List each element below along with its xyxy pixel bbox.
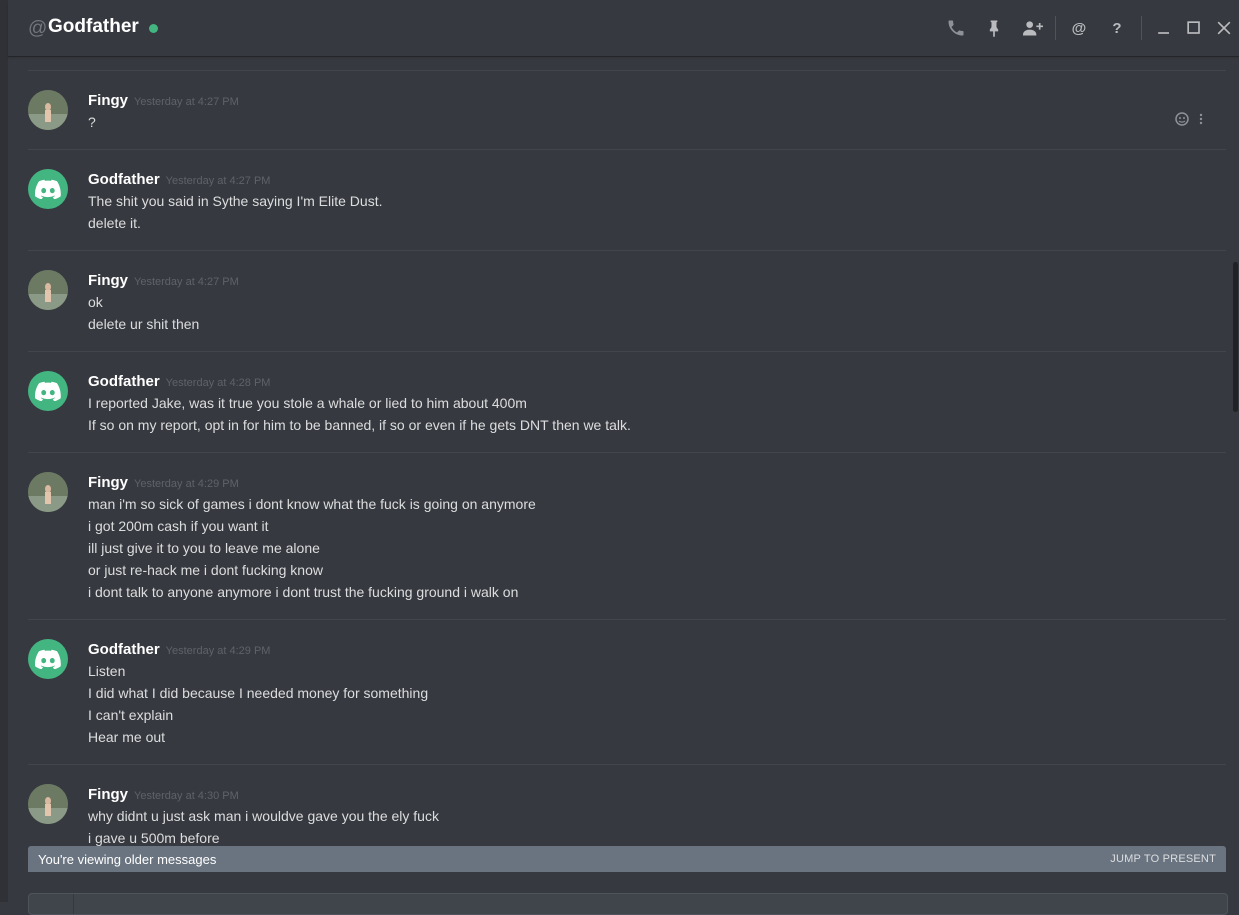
message-group[interactable]: Godfather Yesterday at 4:28 PM I reported… (28, 351, 1226, 452)
avatar[interactable] (28, 270, 68, 310)
close-icon[interactable] (1212, 16, 1236, 40)
message-author[interactable]: Fingy Yesterday at 4:29 PM (88, 474, 239, 491)
message-text: Listen (88, 663, 126, 679)
header-divider (1055, 16, 1056, 40)
scrollbar[interactable] (1233, 262, 1238, 412)
message-timestamp: Yesterday at 4:27 PM (134, 96, 239, 108)
message-group[interactable]: Fingy Yesterday at 4:27 PM ok delete ur s… (28, 250, 1226, 351)
svg-text:@: @ (1072, 20, 1087, 37)
message-text: why didnt u just ask man i wouldve gave … (88, 808, 439, 824)
message-list: Fingy Yesterday at 4:27 PM ? Godfather Yes… (8, 56, 1239, 846)
message-timestamp: Yesterday at 4:27 PM (165, 175, 271, 187)
message-text: ? (88, 114, 96, 130)
message-text: ok (88, 294, 103, 310)
pin-icon[interactable] (982, 16, 1006, 40)
add-reaction-icon[interactable] (1174, 111, 1190, 132)
message-text: i dont talk to anyone anymore i dont tru… (88, 584, 519, 600)
message-author[interactable]: Fingy Yesterday at 4:27 PM (88, 92, 239, 109)
message-text: Hear me out (88, 729, 166, 745)
header-divider (1141, 16, 1142, 40)
message-text: I did what I did because I needed money … (88, 685, 429, 701)
message-timestamp: Yesterday at 4:27 PM (134, 276, 239, 288)
message-author[interactable]: Godfather Yesterday at 4:27 PM (88, 171, 270, 188)
message-text: i gave u 500m before (88, 830, 220, 846)
message-text: delete it. (88, 215, 141, 231)
message-group[interactable]: Fingy Yesterday at 4:30 PM why didnt u ju… (28, 764, 1226, 846)
message-text: I can't explain (88, 707, 174, 723)
message-timestamp: Yesterday at 4:29 PM (165, 645, 271, 657)
message-text: delete ur shit then (88, 316, 200, 332)
at-symbol: @ (28, 18, 48, 39)
message-text: I reported Jake, was it true you stole a… (88, 395, 527, 411)
svg-text:?: ? (1112, 20, 1121, 37)
message-text: The shit you said in Sythe saying I'm El… (88, 193, 383, 209)
message-timestamp: Yesterday at 4:30 PM (134, 790, 239, 802)
older-messages-label: You're viewing older messages (38, 852, 217, 867)
upload-divider (73, 894, 74, 914)
add-friend-icon[interactable] (1019, 16, 1047, 40)
phone-icon[interactable] (944, 16, 968, 40)
message-group[interactable]: Godfather Yesterday at 4:27 PM The shit y… (28, 149, 1226, 250)
message-actions (1174, 111, 1204, 132)
avatar[interactable] (28, 784, 68, 824)
discord-avatar-icon[interactable] (28, 639, 68, 679)
message-group[interactable]: Fingy Yesterday at 4:27 PM ? (28, 70, 1226, 149)
message-text: man i'm so sick of games i dont know wha… (88, 496, 536, 512)
message-text: If so on my report, opt in for him to be… (88, 417, 631, 433)
message-author[interactable]: Godfather Yesterday at 4:29 PM (88, 641, 270, 658)
message-author[interactable]: Fingy Yesterday at 4:27 PM (88, 272, 239, 289)
left-edge (0, 0, 8, 902)
message-text: or just re-hack me i dont fucking know (88, 562, 323, 578)
older-messages-bar: You're viewing older messages JUMP TO PR… (28, 846, 1226, 872)
channel-title: Godfather (48, 16, 139, 37)
message-group[interactable]: Godfather Yesterday at 4:29 PM Listen I d… (28, 619, 1226, 764)
message-author[interactable]: Fingy Yesterday at 4:30 PM (88, 786, 239, 803)
message-input[interactable] (28, 893, 1228, 915)
message-text: i got 200m cash if you want it (88, 518, 269, 534)
discord-avatar-icon[interactable] (28, 169, 68, 209)
message-author[interactable]: Godfather Yesterday at 4:28 PM (88, 373, 270, 390)
maximize-icon[interactable] (1182, 16, 1206, 40)
avatar[interactable] (28, 472, 68, 512)
jump-to-present-button[interactable]: JUMP TO PRESENT (1110, 853, 1216, 865)
more-options-icon[interactable] (1198, 111, 1204, 132)
minimize-icon[interactable] (1152, 16, 1176, 40)
message-text: ill just give it to you to leave me alon… (88, 540, 320, 556)
message-timestamp: Yesterday at 4:28 PM (165, 377, 271, 389)
avatar[interactable] (28, 90, 68, 130)
online-status-icon (149, 24, 158, 33)
mention-icon[interactable]: @ (1067, 16, 1091, 40)
help-icon[interactable]: ? (1105, 16, 1129, 40)
channel-header: @ Godfather @ ? (8, 0, 1239, 56)
message-group[interactable]: Fingy Yesterday at 4:29 PM man i'm so sic… (28, 452, 1226, 619)
message-timestamp: Yesterday at 4:29 PM (134, 478, 239, 490)
discord-avatar-icon[interactable] (28, 371, 68, 411)
